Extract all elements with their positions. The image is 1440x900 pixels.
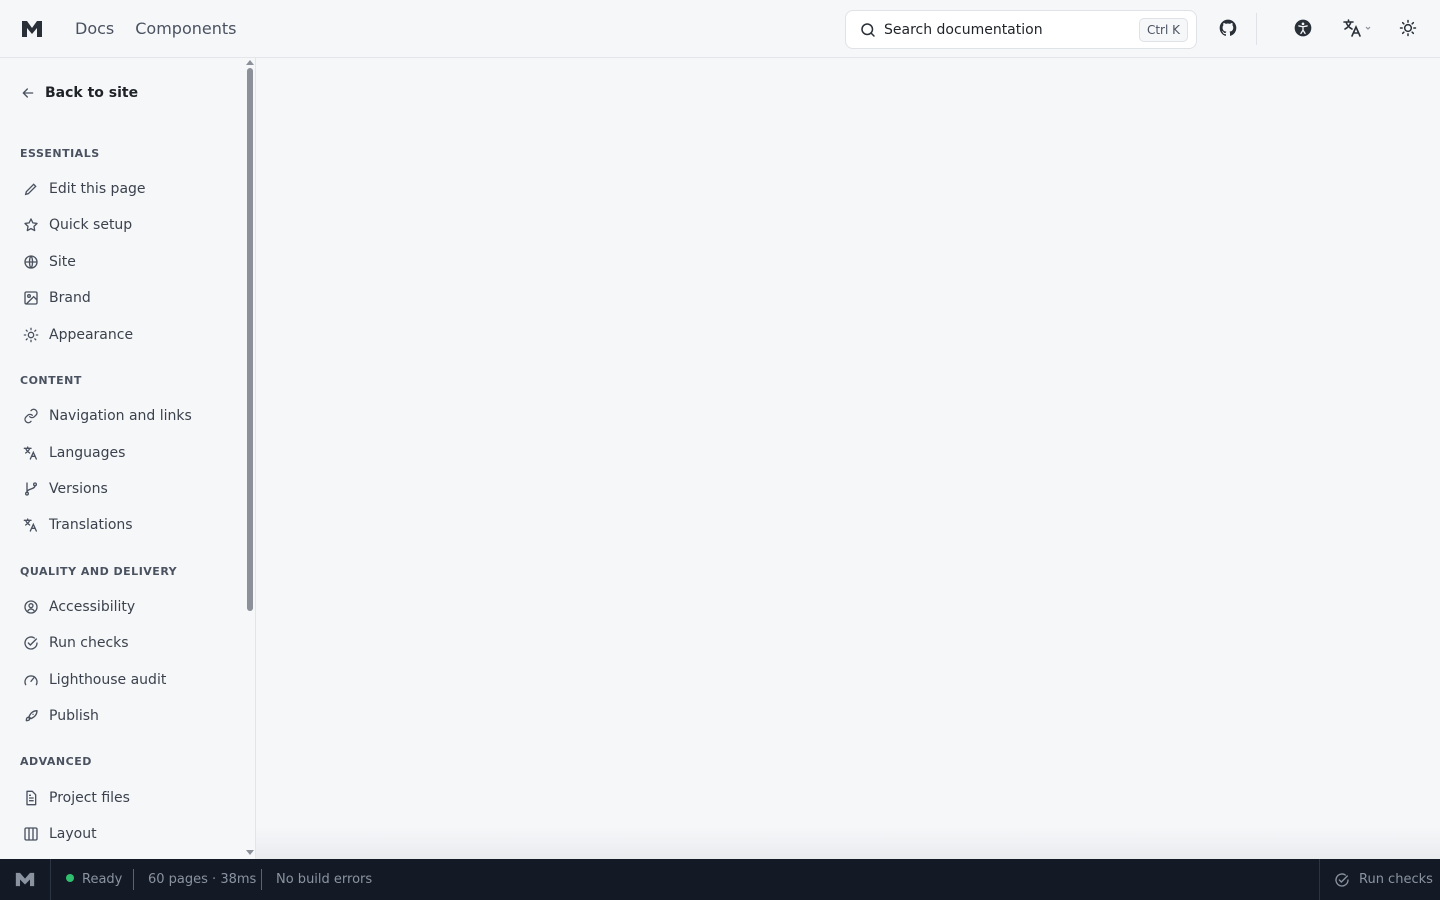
sidebar-item-layout[interactable]: Layout [20,819,236,849]
sidebar-item-site[interactable]: Site [20,247,236,277]
rocket-icon [25,710,38,722]
run-checks-button[interactable]: Run checks [1319,859,1440,900]
nav-components-link[interactable]: Components [135,18,236,40]
sidebar-item-label: Appearance [49,327,134,343]
run-checks-label: Run checks [1359,872,1433,887]
sidebar-item-label: Edit this page [49,181,146,197]
search-icon [861,23,875,37]
sidebar-item-label: Navigation and links [49,408,192,424]
check-circle-icon [1335,872,1349,887]
sidebar-scrollbar[interactable] [245,58,254,859]
globe-icon [24,255,38,269]
file-icon [26,790,37,806]
sidebar-item-label: Languages [49,445,126,461]
scrollbar-thumb[interactable] [247,68,253,611]
status-bar: Ready 60 pages · 38ms No build errors Ru… [0,859,1440,900]
sidebar-item-edit-this-page[interactable]: Edit this page [20,174,236,204]
star-icon [24,218,38,232]
translate-icon [23,518,37,532]
link-icon [24,408,38,424]
main-content-area [256,58,1440,859]
status-dot-icon [66,874,74,882]
sidebar-item-label: Brand [49,290,91,306]
sidebar-item-lighthouse-audit[interactable]: Lighthouse audit [20,665,236,695]
brand-logo-icon [15,872,35,887]
translate-icon[interactable] [1342,18,1372,38]
sidebar-item-appearance[interactable]: Appearance [20,320,236,350]
sidebar-item-quick-setup[interactable]: Quick setup [20,210,236,240]
statusbar-logo[interactable] [0,859,51,900]
scroll-down-arrow-icon[interactable] [246,850,254,855]
brand-logo-icon[interactable] [20,17,44,41]
build-status: Ready [66,859,122,900]
header-divider [1256,13,1257,45]
sidebar-item-label: Publish [49,708,99,724]
gauge-icon [24,675,38,686]
github-icon[interactable] [1218,18,1238,38]
sun-icon [23,327,39,343]
sidebar-item-run-checks[interactable]: Run checks [20,628,236,658]
nav-docs-link[interactable]: Docs [75,18,114,40]
sidebar-item-label: Layout [49,826,97,842]
sidebar-item-label: Project files [49,790,130,806]
section-title-essentials: ESSENTIALS [20,147,100,160]
statusbar-separator [133,869,134,890]
sidebar-item-accessibility[interactable]: Accessibility [20,592,236,622]
pencil-icon [24,183,37,196]
sidebar-item-label: Translations [49,517,133,533]
pages-count: 60 pages · 38ms [148,872,257,887]
status-text: Ready [82,872,123,887]
search-shortcut-badge: Ctrl K [1138,18,1188,42]
statusbar-separator [261,869,262,890]
sidebar-item-publish[interactable]: Publish [20,701,236,731]
sidebar-item-label: Versions [49,481,108,497]
image-icon [24,291,38,305]
arrow-left-icon [22,88,34,98]
check-circle-icon [24,636,38,650]
top-header: Docs Components Search documentation Ctr… [0,0,1440,58]
sidebar-item-versions[interactable]: Versions [20,474,236,504]
scroll-up-arrow-icon[interactable] [246,60,254,65]
sidebar-item-label: Run checks [49,635,129,651]
sidebar-item-translations[interactable]: Translations [20,510,236,540]
sidebar-item-label: Lighthouse audit [49,672,167,688]
git-branch-icon [25,482,37,496]
sidebar: Back to site ESSENTIALS Edit this page Q… [0,58,256,859]
back-label: Back to site [45,85,139,101]
search-box[interactable]: Search documentation Ctrl K [845,10,1197,49]
translate-icon [23,446,37,460]
top-nav: Docs Components [75,18,236,40]
accessibility-icon[interactable] [1293,18,1313,38]
sidebar-item-label: Quick setup [49,217,133,233]
sidebar-item-label: Site [49,254,76,270]
person-circle-icon [24,600,38,614]
sidebar-item-brand[interactable]: Brand [20,283,236,313]
sidebar-item-label: Accessibility [49,599,136,615]
theme-sun-icon[interactable] [1398,18,1418,38]
search-placeholder: Search documentation [884,22,1043,38]
build-errors-text: No build errors [276,872,373,887]
sidebar-item-languages[interactable]: Languages [20,438,236,468]
columns-icon [24,827,38,841]
section-title-advanced: ADVANCED [20,755,92,768]
sidebar-item-navigation-and-links[interactable]: Navigation and links [20,401,236,431]
section-title-content: CONTENT [20,374,82,387]
section-title-quality-and-delivery: QUALITY AND DELIVERY [20,565,178,578]
back-to-site-link[interactable]: Back to site [20,82,138,104]
sidebar-item-project-files[interactable]: Project files [20,783,236,813]
